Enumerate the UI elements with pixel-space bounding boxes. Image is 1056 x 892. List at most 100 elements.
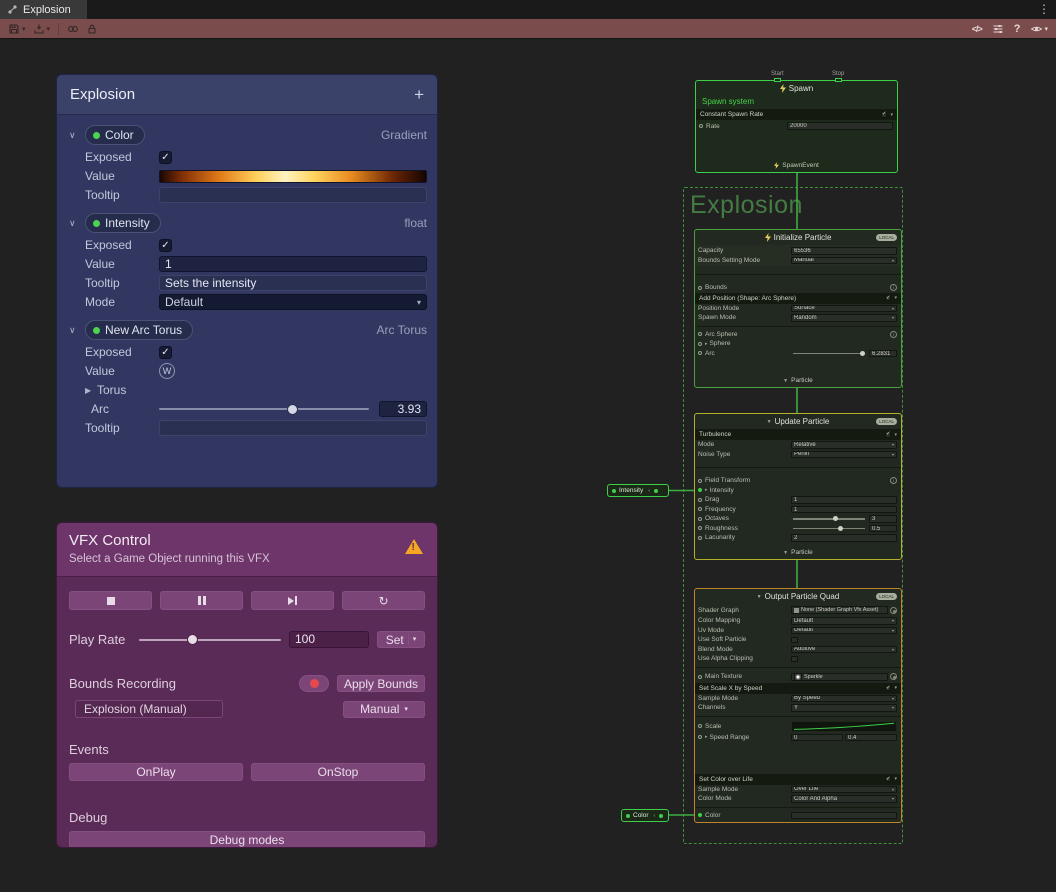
output-port[interactable] bbox=[659, 814, 663, 818]
chevron-down-icon[interactable]: ▾ bbox=[894, 295, 897, 301]
play-rate-field[interactable]: 100 bbox=[289, 631, 369, 648]
uv-mode-dropdown[interactable]: Default▾ bbox=[791, 627, 897, 635]
property-color[interactable]: ∨ Color Gradient bbox=[57, 124, 437, 146]
help-button[interactable]: ? bbox=[1011, 20, 1024, 38]
capacity-field[interactable]: 65536 bbox=[791, 247, 897, 255]
input-port[interactable] bbox=[698, 498, 702, 502]
lock-toggle-button[interactable] bbox=[83, 20, 101, 38]
noise-type-dropdown[interactable]: Perlin▾ bbox=[791, 451, 897, 459]
world-space-badge[interactable]: W bbox=[159, 363, 175, 379]
save-button[interactable]: ▾ bbox=[5, 20, 29, 38]
onstop-button[interactable]: OnStop bbox=[251, 763, 425, 781]
block-add-position[interactable]: Add Position (Shape: Arc Sphere) ✓ ▾ bbox=[695, 293, 901, 304]
input-port[interactable] bbox=[698, 536, 702, 540]
object-picker-icon[interactable] bbox=[890, 673, 897, 680]
alpha-clipping-checkbox[interactable] bbox=[791, 656, 798, 663]
chevron-down-icon[interactable]: ▾ bbox=[22, 25, 26, 33]
exposed-checkbox[interactable]: ✓ bbox=[159, 239, 172, 252]
initialize-context-node[interactable]: Initialize Particle LOCAL Capacity65536 … bbox=[694, 229, 902, 388]
input-port[interactable] bbox=[698, 332, 702, 336]
space-badge[interactable]: LOCAL bbox=[876, 593, 897, 600]
lacunarity-field[interactable]: 2 bbox=[791, 534, 897, 542]
input-port[interactable] bbox=[698, 342, 702, 346]
exposed-checkbox[interactable]: ✓ bbox=[159, 151, 172, 164]
speed-range-y-field[interactable]: 0.4 bbox=[845, 734, 897, 742]
block-enabled-checkbox[interactable]: ✓ bbox=[885, 776, 892, 783]
attach-link-button[interactable] bbox=[64, 20, 82, 38]
main-texture-object-field[interactable]: Sparkle bbox=[791, 673, 888, 681]
gradient-field[interactable] bbox=[159, 170, 427, 183]
property-intensity[interactable]: ∨ Intensity float bbox=[57, 212, 437, 234]
parameter-node-intensity[interactable]: Intensity ‹ bbox=[607, 484, 669, 497]
frequency-field[interactable]: 1 bbox=[791, 506, 897, 514]
octaves-field[interactable]: 3 bbox=[869, 515, 897, 523]
block-constant-spawn-rate[interactable]: Constant Spawn Rate ✓ ▾ bbox=[696, 109, 897, 120]
space-badge[interactable]: LOCAL bbox=[876, 418, 897, 425]
output-port[interactable] bbox=[654, 489, 658, 493]
color-mode-dropdown[interactable]: Color And Alpha▾ bbox=[791, 795, 897, 803]
block-set-scale-by-speed[interactable]: Set Scale X by Speed ✓ ▾ bbox=[695, 683, 901, 694]
input-port-connected[interactable] bbox=[698, 488, 702, 492]
arc-slider[interactable] bbox=[793, 353, 865, 355]
input-port[interactable] bbox=[698, 286, 702, 290]
record-bounds-button[interactable] bbox=[299, 675, 329, 692]
input-port[interactable] bbox=[698, 724, 702, 728]
output-context-node[interactable]: ▼ Output Particle Quad LOCAL Shader Grap… bbox=[694, 588, 902, 823]
chevron-down-icon[interactable]: ▾ bbox=[404, 705, 408, 713]
block-turbulence[interactable]: Turbulence ✓ ▾ bbox=[695, 429, 901, 440]
octaves-slider[interactable] bbox=[793, 518, 865, 520]
apply-bounds-button[interactable]: Apply Bounds bbox=[337, 675, 425, 692]
system-name-label[interactable]: Explosion bbox=[690, 191, 803, 220]
roughness-field[interactable]: 0.5 bbox=[869, 525, 897, 533]
input-port-connected[interactable] bbox=[698, 813, 702, 817]
step-button[interactable] bbox=[251, 591, 334, 610]
particle-out-label[interactable]: Particle bbox=[791, 377, 813, 384]
stop-button[interactable] bbox=[69, 591, 152, 610]
onplay-button[interactable]: OnPlay bbox=[69, 763, 243, 781]
rate-field[interactable]: 20000 bbox=[787, 122, 893, 130]
play-rate-slider[interactable] bbox=[139, 639, 281, 641]
bounds-mode-dropdown[interactable]: Manual▾ bbox=[791, 257, 897, 265]
value-input[interactable]: 1 bbox=[159, 256, 427, 272]
tooltip-input[interactable] bbox=[159, 187, 427, 203]
color-field[interactable] bbox=[791, 812, 897, 820]
block-enabled-checkbox[interactable]: ✓ bbox=[885, 431, 892, 438]
chevron-down-icon[interactable]: ∨ bbox=[69, 130, 85, 141]
spawn-event-label[interactable]: SpawnEvent bbox=[782, 162, 819, 169]
sample-mode-dropdown[interactable]: By Speed▾ bbox=[791, 695, 897, 703]
save-as-button[interactable]: ▾ bbox=[30, 20, 54, 38]
input-port[interactable] bbox=[698, 507, 702, 511]
target-system-field[interactable]: Explosion (Manual) bbox=[75, 700, 223, 718]
collapse-icon[interactable]: ‹ bbox=[648, 488, 650, 494]
mode-dropdown[interactable]: Relative▾ bbox=[791, 441, 897, 449]
collapse-icon[interactable]: ‹ bbox=[654, 813, 656, 819]
chevron-down-icon[interactable]: ▾ bbox=[894, 432, 897, 438]
tab-explosion[interactable]: Explosion bbox=[0, 0, 87, 19]
block-set-color-over-life[interactable]: Set Color over Life ✓ ▾ bbox=[695, 774, 901, 785]
input-port[interactable] bbox=[698, 735, 702, 739]
chevron-down-icon[interactable]: ▾ bbox=[408, 634, 417, 645]
chevron-down-icon[interactable]: ▾ bbox=[1044, 25, 1048, 33]
foldout-icon[interactable]: ▸ bbox=[705, 734, 708, 740]
foldout-icon[interactable]: ▶ bbox=[85, 386, 97, 395]
visibility-button[interactable]: ▾ bbox=[1027, 20, 1051, 38]
update-context-node[interactable]: ▼ Update Particle LOCAL Turbulence ✓ ▾ M… bbox=[694, 413, 902, 560]
particle-out-label[interactable]: Particle bbox=[791, 549, 813, 556]
block-enabled-checkbox[interactable]: ✓ bbox=[881, 111, 888, 118]
sample-mode-dropdown[interactable]: Over Life▾ bbox=[791, 786, 897, 794]
speed-range-x-field[interactable]: 0 bbox=[791, 734, 843, 742]
parameter-node-color[interactable]: Color ‹ bbox=[621, 809, 669, 822]
input-port[interactable] bbox=[698, 351, 702, 355]
roughness-slider[interactable] bbox=[793, 528, 865, 530]
chevron-down-icon[interactable]: ∨ bbox=[69, 218, 85, 229]
blackboard-header[interactable]: Explosion + bbox=[57, 75, 437, 115]
add-property-button[interactable]: + bbox=[414, 85, 424, 105]
channels-dropdown[interactable]: Y▾ bbox=[791, 704, 897, 712]
mode-dropdown[interactable]: Default▾ bbox=[159, 294, 427, 310]
code-view-button[interactable]: </> bbox=[969, 20, 985, 38]
input-port[interactable] bbox=[698, 526, 702, 530]
chevron-down-icon[interactable]: ∨ bbox=[69, 325, 85, 336]
block-enabled-checkbox[interactable]: ✓ bbox=[885, 685, 892, 692]
shader-graph-object-field[interactable]: None (Shader Graph Vfx Asset) bbox=[791, 606, 888, 614]
arc-slider[interactable] bbox=[159, 408, 369, 410]
